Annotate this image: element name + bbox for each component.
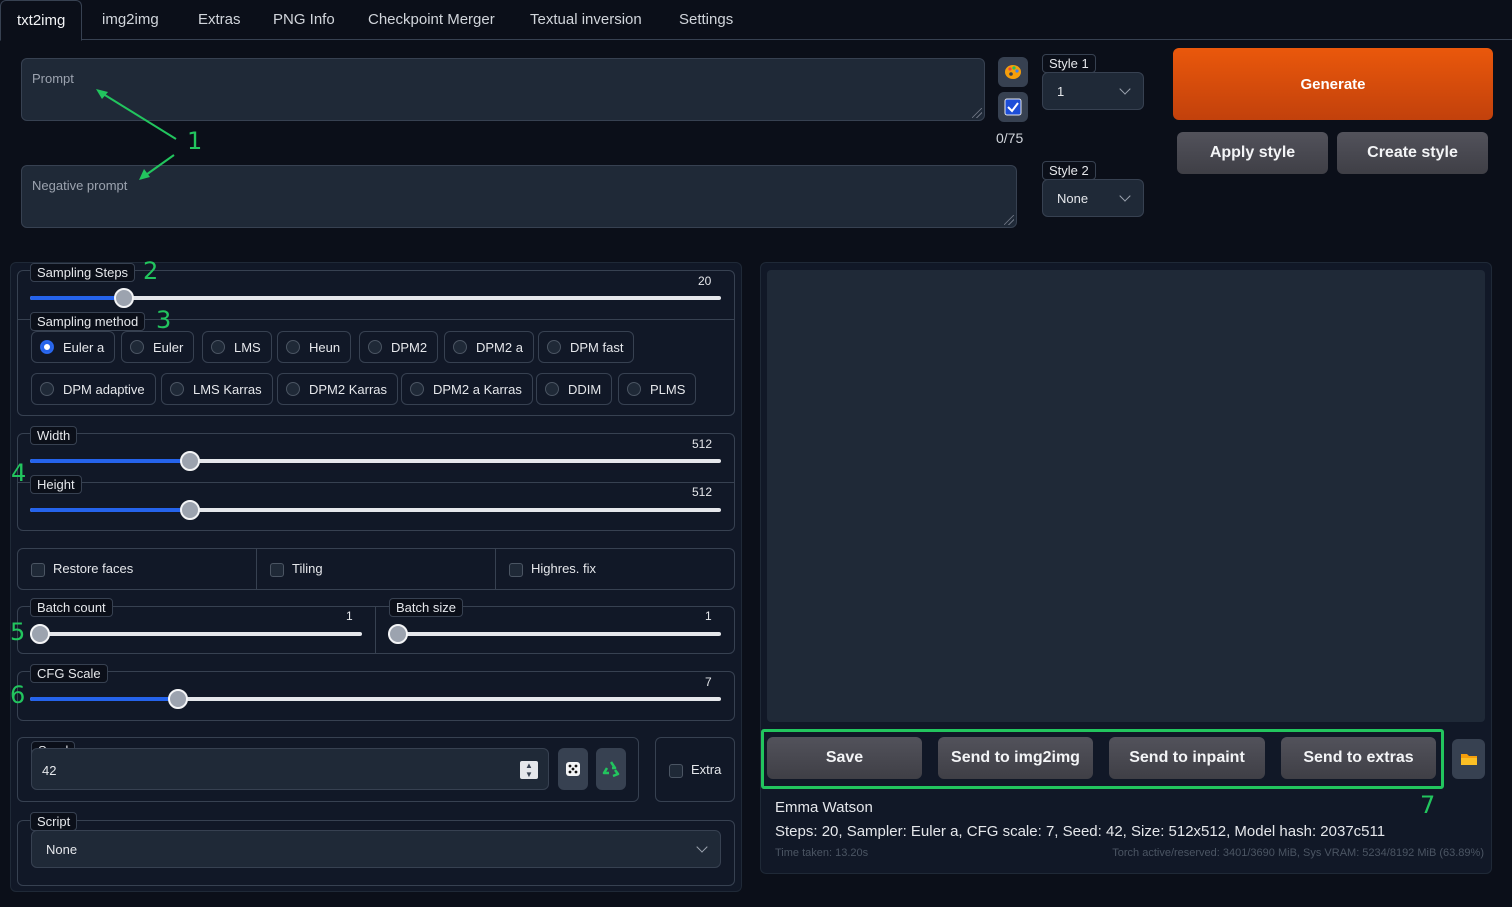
annotation-arrowhead [139,169,150,180]
annotation-2: 2 [143,257,159,285]
annotation-arrow [99,91,177,140]
annotation-arrowhead [96,89,108,99]
annotation-5: 5 [10,618,26,646]
annotation-4: 4 [11,459,27,487]
annotation-7: 7 [1420,791,1436,819]
annotation-1: 1 [187,127,203,155]
annotation-3: 3 [156,306,172,334]
annotation-6: 6 [10,681,26,709]
annotation-arrow [142,154,175,178]
annotation-arrows [96,89,177,180]
